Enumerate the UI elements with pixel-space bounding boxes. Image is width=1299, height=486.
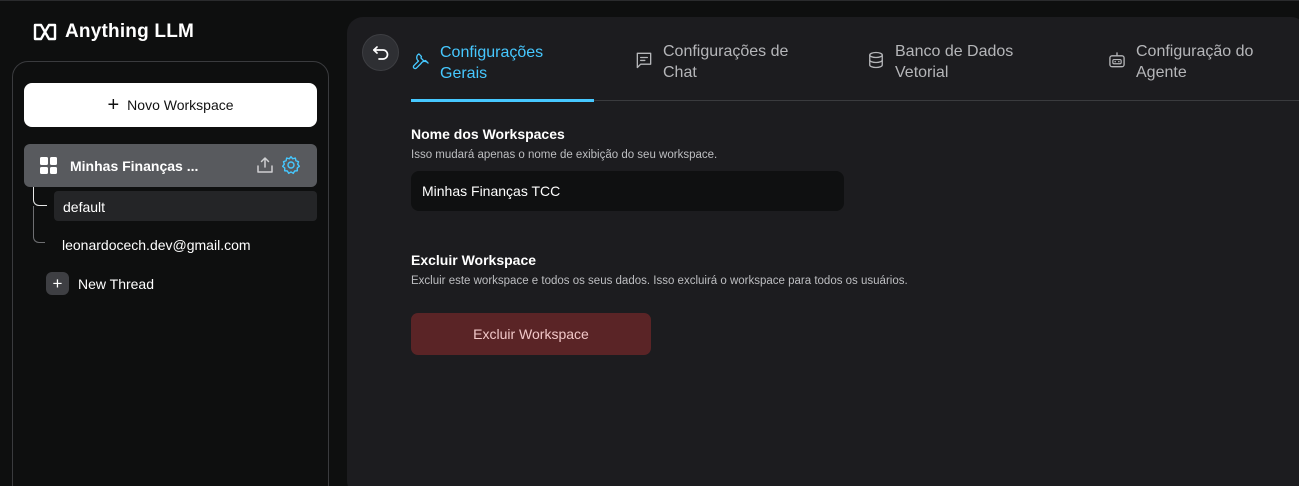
tab-label: Agente <box>1136 64 1187 81</box>
workspace-name-input[interactable] <box>411 171 844 211</box>
workspace-name-description: Isso mudará apenas o nome de exibição do… <box>411 149 718 161</box>
thread-connector <box>33 187 47 206</box>
tab-label: Configuração do <box>1136 43 1254 60</box>
plus-icon: + <box>46 272 69 295</box>
tab-general-settings[interactable]: Configurações Gerais <box>411 42 543 84</box>
plus-icon: + <box>107 94 120 116</box>
thread-item-default[interactable]: default <box>63 199 105 215</box>
new-workspace-label: Novo Workspace <box>127 97 234 113</box>
delete-workspace-button[interactable]: Excluir Workspace <box>411 313 651 355</box>
thread-item-email[interactable]: leonardocech.dev@gmail.com <box>62 237 251 253</box>
app-title: Anything LLM <box>65 21 195 42</box>
workspace-name: Minhas Finanças ... <box>70 158 199 174</box>
new-workspace-button[interactable]: + Novo Workspace <box>24 83 317 127</box>
tab-agent-config[interactable]: Configuração do Agente <box>1107 41 1253 83</box>
tab-label: Gerais <box>440 65 488 82</box>
workspace-item[interactable]: Minhas Finanças ... <box>24 144 317 187</box>
tab-label: Banco de Dados <box>895 43 1014 60</box>
tab-active-indicator <box>411 99 594 102</box>
workspace-name-title: Nome dos Workspaces <box>411 126 565 142</box>
top-border <box>0 0 1299 1</box>
tab-vector-database[interactable]: Banco de Dados Vetorial <box>866 41 1013 83</box>
back-button[interactable] <box>362 34 399 71</box>
robot-icon <box>1109 52 1125 68</box>
thread-connector <box>33 206 45 243</box>
wrench-icon <box>412 53 429 70</box>
tab-label: Chat <box>663 64 697 81</box>
chat-icon <box>636 52 652 69</box>
delete-workspace-description: Excluir este workspace e todos os seus d… <box>411 275 908 287</box>
new-thread-label: New Thread <box>78 275 155 292</box>
tab-label: Configurações de <box>663 43 789 60</box>
app-logo: Anything LLM <box>33 20 194 44</box>
delete-workspace-title: Excluir Workspace <box>411 252 537 268</box>
tab-label: Vetorial <box>895 64 949 81</box>
new-thread-button[interactable]: + New Thread <box>46 272 154 295</box>
upload-icon[interactable] <box>256 156 274 174</box>
workspace-grid-icon <box>40 157 57 174</box>
database-icon <box>869 51 883 69</box>
tab-chat-settings[interactable]: Configurações de Chat <box>634 41 788 83</box>
gear-icon[interactable] <box>281 155 301 175</box>
undo-arrow-icon <box>372 45 388 60</box>
tab-label: Configurações <box>440 44 544 61</box>
anythingllm-logo-icon <box>33 23 57 41</box>
